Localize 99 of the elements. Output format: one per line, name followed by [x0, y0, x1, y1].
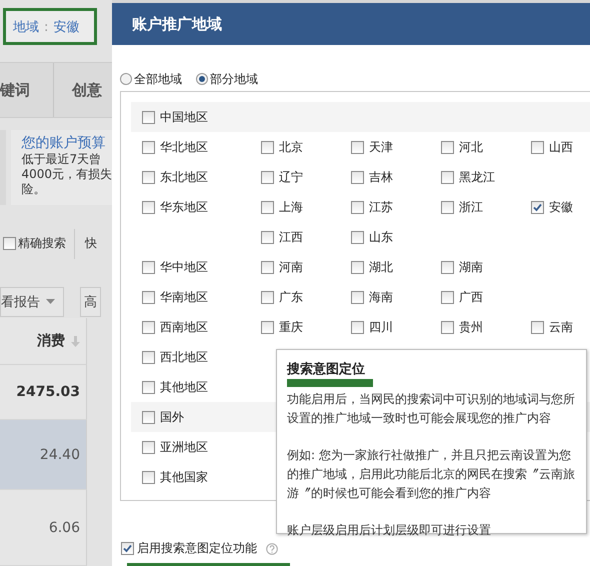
province-label: 贵州 — [459, 318, 483, 336]
tooltip-title: 搜索意图定位 — [287, 360, 366, 378]
province-label: 广西 — [459, 288, 483, 306]
region-label: 亚洲地区 — [160, 438, 208, 456]
checkbox[interactable] — [121, 542, 134, 555]
region-label: 华北地区 — [160, 138, 208, 156]
caret-icon — [46, 299, 55, 304]
checkbox[interactable] — [142, 140, 155, 154]
region-label: 华南地区 — [160, 288, 208, 306]
checkbox[interactable] — [142, 320, 155, 334]
checkbox[interactable] — [142, 170, 155, 184]
checkbox[interactable] — [441, 170, 454, 184]
region-label: 东北地区 — [160, 168, 208, 186]
checkbox[interactable] — [441, 200, 454, 214]
province-label: 北京 — [279, 138, 303, 156]
checkbox[interactable] — [142, 110, 155, 124]
region-label: 华东地区 — [160, 198, 208, 216]
help-icon[interactable] — [266, 542, 278, 554]
checkbox[interactable] — [142, 380, 155, 394]
region-label: 华中地区 — [160, 258, 208, 276]
checkbox[interactable] — [351, 200, 364, 214]
province-label: 天津 — [369, 138, 393, 156]
report-dropdown[interactable]: 看报告 — [0, 286, 64, 316]
column-header: 消费 — [37, 332, 65, 350]
budget-link[interactable]: 您的账户预算 — [21, 134, 112, 152]
province-label: 湖北 — [369, 258, 393, 276]
tooltip-text: 功能启用后，当网民的搜索词中可识别的地域词与您所设置的推广地域一致时也可能会展现您的推广内容 — [287, 391, 576, 427]
radio-button[interactable] — [196, 73, 208, 85]
province-label: 上海 — [279, 198, 303, 216]
checkbox[interactable] — [531, 200, 544, 214]
tooltip-text: 例如: 您为一家旅行社做推广，并且只把云南设置为您的推广地域，启用此功能后北京的网民在搜索〞云南旅游〞的时候也可能会看到您的推广内容 — [287, 447, 576, 502]
province-label: 湖南 — [459, 258, 483, 276]
region-label: 西北地区 — [160, 348, 208, 366]
table-cell: 2475.03 — [16, 384, 80, 400]
advanced-button[interactable]: 高 — [80, 286, 101, 316]
region-label: 西南地区 — [160, 318, 208, 336]
province-label: 吉林 — [369, 168, 393, 186]
tab[interactable]: 创意 — [54, 63, 112, 117]
checkbox[interactable] — [261, 260, 274, 274]
province-label: 浙江 — [459, 198, 483, 216]
checkbox[interactable] — [3, 237, 16, 250]
toolbar-text[interactable]: 快 — [85, 235, 97, 252]
checkbox[interactable] — [441, 290, 454, 304]
dialog-title: 账户推广地域 — [112, 3, 590, 45]
checkbox[interactable] — [261, 290, 274, 304]
checkbox[interactable] — [142, 350, 155, 364]
checkbox-label: 启用搜索意图定位功能 — [137, 540, 257, 557]
province-label: 河北 — [459, 138, 483, 156]
notice-text: 险。 — [21, 182, 46, 197]
checkbox[interactable] — [142, 290, 155, 304]
checkbox[interactable] — [142, 260, 155, 274]
region-label: 其他地区 — [160, 378, 208, 396]
checkbox[interactable] — [351, 290, 364, 304]
checkbox[interactable] — [261, 320, 274, 334]
checkbox[interactable] — [531, 140, 544, 154]
checkbox[interactable] — [441, 320, 454, 334]
region-label: 中国地区 — [160, 108, 208, 126]
notice-text: 低于最近7天曾 — [21, 152, 102, 167]
region-label: 国外 — [160, 408, 184, 426]
province-label: 辽宁 — [279, 168, 303, 186]
tooltip-text: 账户层级启用后计划层级即可进行设置 — [287, 522, 492, 539]
region-filter-link[interactable]: 地域 : 安徽 — [13, 18, 80, 36]
checkbox[interactable] — [142, 470, 155, 484]
checkbox[interactable] — [351, 230, 364, 244]
checkbox[interactable] — [261, 170, 274, 184]
checkbox[interactable] — [351, 140, 364, 154]
checkbox[interactable] — [261, 200, 274, 214]
checkbox-label: 精确搜索 — [18, 235, 66, 252]
province-label: 安徽 — [549, 198, 573, 216]
checkbox[interactable] — [142, 410, 155, 424]
table-cell: 24.40 — [40, 446, 80, 462]
province-label: 山东 — [369, 228, 393, 246]
checkbox[interactable] — [441, 140, 454, 154]
province-label: 江西 — [279, 228, 303, 246]
region-label: 其他国家 — [160, 468, 208, 486]
radio-label: 全部地域 — [134, 70, 182, 88]
notice-text: 4000元，有损失 — [21, 167, 112, 182]
province-label: 广东 — [279, 288, 303, 306]
radio-button[interactable] — [120, 73, 132, 85]
table-cell: 6.06 — [48, 520, 80, 536]
checkbox[interactable] — [261, 230, 274, 244]
sort-arrow-icon — [71, 336, 80, 346]
province-label: 河南 — [279, 258, 303, 276]
province-label: 四川 — [369, 318, 393, 336]
province-label: 山西 — [549, 138, 573, 156]
province-label: 江苏 — [369, 198, 393, 216]
checkbox[interactable] — [351, 320, 364, 334]
province-label: 云南 — [549, 318, 573, 336]
checkbox[interactable] — [531, 320, 544, 334]
province-label: 海南 — [369, 288, 393, 306]
radio-label: 部分地域 — [210, 70, 258, 88]
province-label: 黑龙江 — [459, 168, 495, 186]
checkbox[interactable] — [351, 260, 364, 274]
province-label: 重庆 — [279, 318, 303, 336]
checkbox[interactable] — [351, 170, 364, 184]
checkbox[interactable] — [142, 200, 155, 214]
checkbox[interactable] — [441, 260, 454, 274]
checkbox[interactable] — [261, 140, 274, 154]
checkbox[interactable] — [142, 440, 155, 454]
